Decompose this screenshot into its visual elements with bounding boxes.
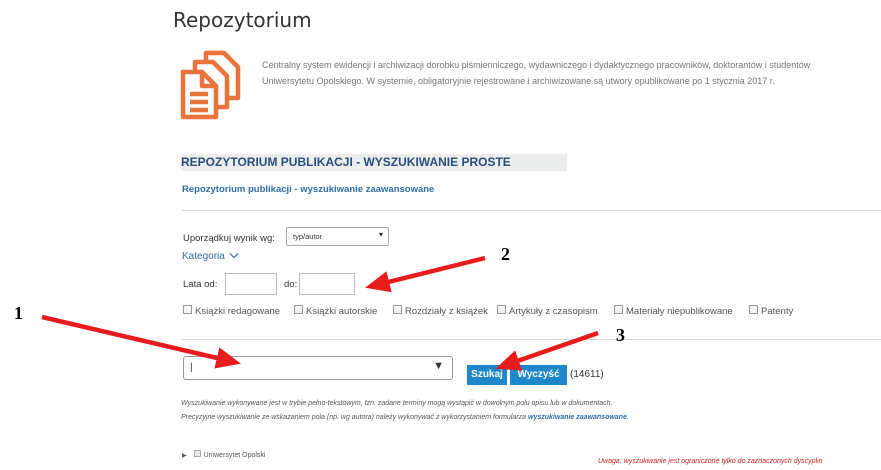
annotation-label-1: 1 bbox=[14, 303, 23, 323]
annotation-label-3: 3 bbox=[616, 325, 625, 345]
annotation-label-2: 2 bbox=[501, 244, 510, 264]
arrow-2 bbox=[365, 255, 486, 293]
arrow-3 bbox=[495, 330, 599, 371]
arrow-1 bbox=[41, 314, 241, 369]
annotation-arrows bbox=[41, 255, 599, 371]
